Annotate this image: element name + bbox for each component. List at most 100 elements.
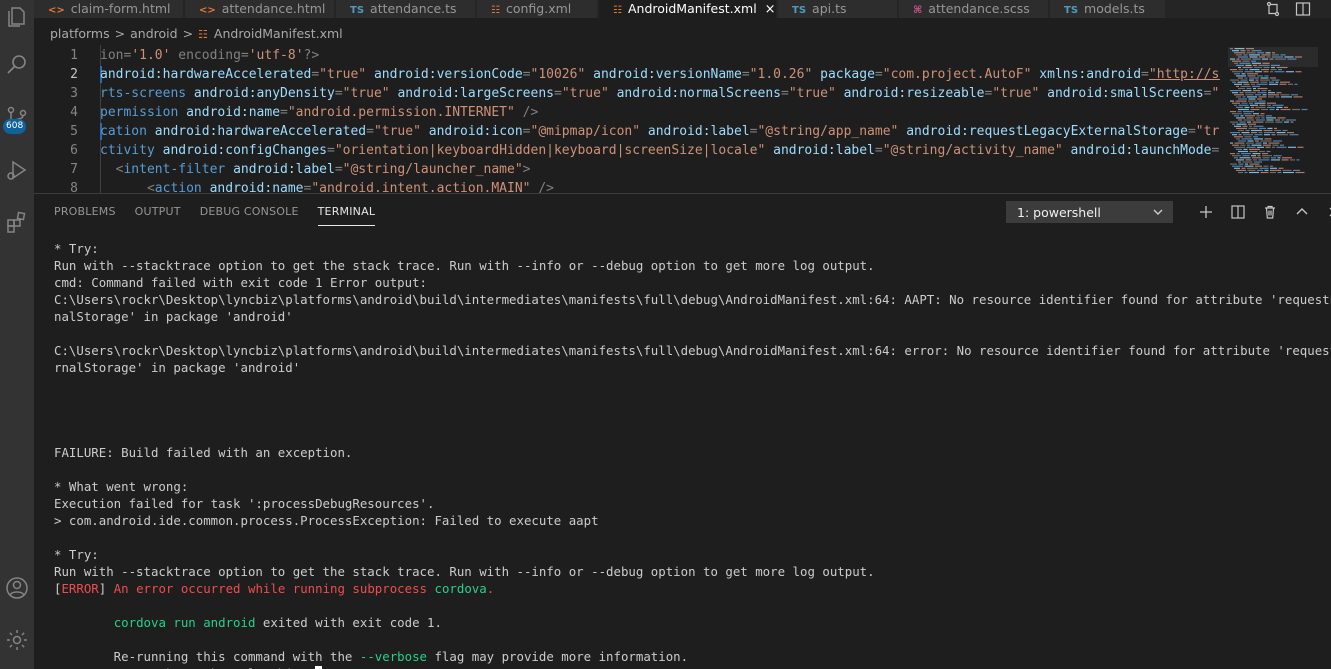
minimap-line <box>1242 66 1253 69</box>
minimap-line <box>1247 73 1258 75</box>
code-token: permission <box>100 105 179 120</box>
minimap-line <box>1280 108 1291 111</box>
tab-models-ts[interactable]: TS models.ts <box>1050 0 1166 18</box>
code-token: android:hardwareAccelerated <box>154 124 367 139</box>
minimap-line <box>1248 98 1256 100</box>
kill-terminal-trash-icon[interactable] <box>1254 202 1286 222</box>
code-token: ?> <box>303 48 320 63</box>
run-debug-icon[interactable] <box>0 153 34 187</box>
terminal-text: exited with exit code 1. <box>255 615 442 630</box>
minimap-line <box>1257 92 1267 94</box>
tab-attendance-scss[interactable]: ⌘ attendance.scss <box>899 0 1049 18</box>
account-icon[interactable] <box>0 571 34 605</box>
minimap-line <box>1260 140 1272 142</box>
minimap-line <box>1260 81 1268 83</box>
split-terminal-icon[interactable] <box>1222 202 1254 222</box>
code-token: ion= <box>100 48 132 63</box>
panel-tab-bar: PROBLEMS OUTPUT DEBUG CONSOLE TERMINAL <box>54 204 376 226</box>
tab-attendance-ts[interactable]: TS attendance.ts <box>336 0 476 18</box>
explorer-icon[interactable] <box>0 0 34 34</box>
minimap-line <box>1301 108 1308 111</box>
code-token: "@string/app_name" <box>757 124 899 139</box>
xml-rss-icon: ☷ <box>198 28 208 41</box>
minimap-line <box>1275 96 1280 98</box>
minimap-line <box>1238 104 1249 106</box>
code-token: "true" <box>319 67 367 82</box>
minimap-line <box>1234 146 1245 148</box>
minimap-line <box>1232 144 1239 146</box>
minimap-line <box>1257 75 1263 77</box>
extensions-icon[interactable] <box>0 205 34 239</box>
minimap-line <box>1230 153 1235 155</box>
minimap-line <box>1246 117 1254 119</box>
line-number: 2 <box>70 67 78 82</box>
code-token: "@string/launcher_name" <box>342 162 523 177</box>
minimap-line <box>1243 111 1254 113</box>
tab-output[interactable]: OUTPUT <box>135 204 181 226</box>
minimap-line <box>1280 94 1290 96</box>
code-editor[interactable]: 1 ion='1.0' encoding='utf-8'?> 2 android:ha… <box>34 45 1331 193</box>
breadcrumb-item[interactable]: android <box>130 26 177 41</box>
compare-changes-icon[interactable] <box>1265 1 1281 17</box>
tab-config-xml[interactable]: ☷ config.xml <box>477 0 598 18</box>
search-icon[interactable] <box>0 48 34 82</box>
terminal-line: FAILURE: Build failed with an exception. <box>54 444 1331 461</box>
minimap-line <box>1263 66 1270 69</box>
minimap-line <box>1241 102 1248 104</box>
minimap-line <box>1283 171 1294 174</box>
minimap-line <box>1238 77 1243 79</box>
minimap-line <box>1293 96 1303 98</box>
minimap-line <box>1249 102 1253 104</box>
code-token: "tru <box>1211 86 1221 101</box>
minimap-line <box>1251 129 1262 132</box>
code-token: /> <box>514 105 539 120</box>
minimap-line <box>1272 144 1279 146</box>
minimap-line <box>1275 119 1280 121</box>
minimap-line <box>1238 66 1241 69</box>
minimap-line <box>1230 111 1236 113</box>
minimap-line <box>1253 136 1258 138</box>
tab-terminal[interactable]: TERMINAL <box>317 204 376 226</box>
minimap-line <box>1230 121 1238 123</box>
terminal-output[interactable]: * Try: Run with --stacktrace option to ge… <box>54 240 1331 669</box>
minimap-line <box>1242 96 1246 98</box>
tab-debug-console[interactable]: DEBUG CONSOLE <box>200 204 299 226</box>
tab-attendance-html[interactable]: <> attendance.html <box>185 0 335 18</box>
tab-close-icon[interactable]: × <box>765 2 776 17</box>
tab-claim-form-html[interactable]: <> claim-form.html <box>34 0 184 18</box>
minimap-line <box>1234 104 1237 106</box>
minimap[interactable] <box>1220 45 1331 193</box>
code-token: android:versionName <box>593 67 742 82</box>
settings-gear-icon[interactable] <box>0 623 34 657</box>
terminal-select[interactable]: 1: powershell <box>1006 201 1173 223</box>
tab-androidmanifest-xml[interactable]: ☷ AndroidManifest.xml × <box>599 0 777 18</box>
minimap-line <box>1243 83 1250 85</box>
code-token: '1.0' <box>131 48 171 63</box>
code-line: 7 <intent-filter android:label="@string/… <box>34 160 1220 179</box>
code-token: android:label <box>647 124 750 139</box>
minimap-line <box>1273 155 1282 157</box>
minimap-line <box>1260 113 1265 115</box>
bottom-panel: PROBLEMS OUTPUT DEBUG CONSOLE TERMINAL 1… <box>34 193 1331 669</box>
minimap-line <box>1234 83 1242 85</box>
minimap-line <box>1252 85 1260 87</box>
tab-api-ts[interactable]: TS api.ts <box>778 0 898 18</box>
minimap-line <box>1263 165 1269 167</box>
maximize-panel-chevron-up-icon[interactable] <box>1286 202 1318 222</box>
terminal-text: cordova run android <box>113 615 256 630</box>
minimap-line <box>1247 169 1256 171</box>
split-editor-icon[interactable] <box>1295 1 1311 17</box>
minimap-line <box>1266 117 1276 119</box>
breadcrumb-item[interactable]: AndroidManifest.xml <box>214 26 343 41</box>
tab-problems[interactable]: PROBLEMS <box>54 204 116 226</box>
terminal-text: > com.android.ide.common.process.Process… <box>54 513 599 528</box>
line-number: 8 <box>70 181 78 193</box>
new-terminal-icon[interactable] <box>1190 202 1222 222</box>
activity-bar: 608 <box>0 0 34 669</box>
breadcrumb-item[interactable]: platforms <box>50 26 110 41</box>
close-panel-icon[interactable] <box>1318 202 1331 222</box>
minimap-line <box>1230 100 1234 102</box>
minimap-line <box>1262 155 1272 157</box>
